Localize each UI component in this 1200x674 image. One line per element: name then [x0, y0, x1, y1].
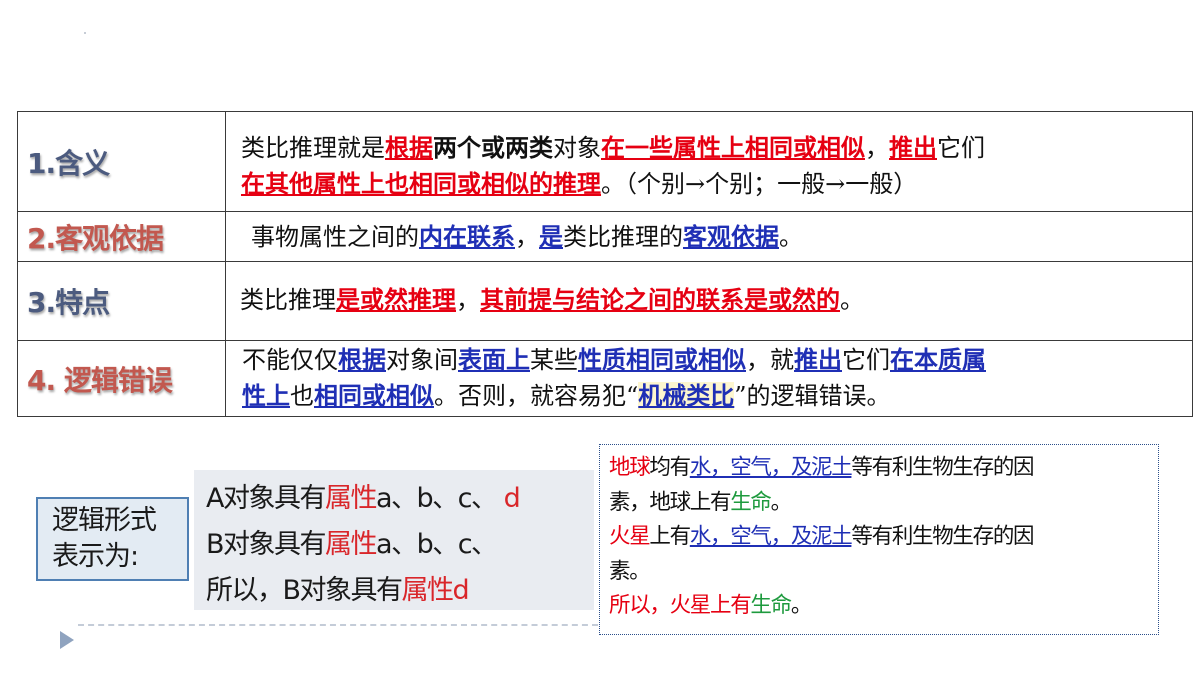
slide: 1.含义 类比推理就是根据两个或两类对象在一些属性上相同或相似，推出它们 在其他…	[0, 0, 1200, 674]
red-emphasis: 根据	[385, 134, 433, 162]
example-life: 生命	[730, 489, 772, 515]
blue-emphasis: 客观依据	[683, 223, 779, 251]
example-line: 素。	[609, 555, 1158, 590]
content-line: 不能仅仅根据对象间表面上某些性质相同或相似，就推出它们在本质属	[242, 342, 1192, 378]
example-line: 素，地球上有生命。	[609, 486, 1158, 521]
row-label-feature: 3.特点	[18, 262, 226, 340]
content-text: ，	[515, 223, 539, 251]
example-items: 水，空气，及泥土	[689, 455, 853, 480]
content-text: 类比推理	[240, 286, 336, 314]
row-content-feature: 类比推理是或然推理，其前提与结论之间的联系是或然的。	[226, 262, 1192, 340]
content-text: ”的逻辑错误。	[734, 382, 891, 410]
form-text: B对象具有	[206, 529, 327, 560]
form-text: a、b、c、	[376, 529, 498, 560]
logic-form-line-2: B对象具有属性a、b、c、	[206, 522, 594, 568]
row-content-basis: 事物属性之间的内在联系，是类比推理的客观依据。	[226, 212, 1192, 261]
logic-form-title-line1: 逻辑形式	[52, 505, 157, 536]
example-life: 生命	[750, 593, 792, 618]
content-text: 它们	[937, 134, 985, 162]
content-text: 也	[290, 382, 314, 410]
form-property: 属性	[401, 575, 455, 606]
blue-emphasis: 是	[539, 223, 563, 251]
logic-form-title-line2: 表示为:	[52, 541, 139, 572]
highlight-text: 机械类比	[638, 382, 735, 410]
row-label-fallacy: 4. 逻辑错误	[18, 341, 226, 416]
bold-text: 两个或两类	[433, 134, 553, 162]
row-content-fallacy: 不能仅仅根据对象间表面上某些性质相同或相似，就推出它们在本质属 性上也相同或相似…	[226, 341, 1192, 416]
blue-emphasis: 内在联系	[419, 223, 515, 251]
content-text: 类比推理就是	[241, 134, 385, 162]
content-text: ，就	[746, 346, 794, 374]
example-text: 素，地球上有	[609, 489, 732, 515]
example-text: 均有	[649, 455, 691, 480]
form-property: 属性	[324, 483, 378, 514]
example-text: 。	[790, 593, 813, 618]
form-property: d	[503, 483, 521, 514]
example-line: 所以，火星上有生命。	[609, 589, 1158, 624]
content-text: 。	[779, 223, 803, 251]
form-text: 所以，B对象具有	[206, 575, 403, 606]
content-text: ，	[456, 286, 480, 314]
red-emphasis: 推出	[889, 134, 937, 162]
content-line: 类比推理就是根据两个或两类对象在一些属性上相同或相似，推出它们	[241, 130, 1192, 166]
blue-emphasis: 在本质属	[890, 346, 986, 374]
example-mars: 火星	[609, 524, 651, 549]
example-text: 上有	[649, 524, 691, 549]
logic-form-title-box: 逻辑形式 表示为:	[36, 497, 189, 581]
table-row-meaning: 1.含义 类比推理就是根据两个或两类对象在一些属性上相同或相似，推出它们 在其他…	[18, 112, 1192, 211]
example-earth: 地球	[609, 455, 651, 480]
table-row-basis: 2.客观依据 事物属性之间的内在联系，是类比推理的客观依据。	[18, 211, 1192, 261]
red-emphasis: 在其他属性上也相同或相似的推理	[241, 170, 601, 198]
blue-emphasis: 推出	[794, 346, 842, 374]
decor-dashed-line	[78, 624, 598, 626]
content-line: 性上也相同或相似。否则，就容易犯“机械类比”的逻辑错误。	[242, 378, 1192, 414]
form-property: d	[452, 575, 470, 606]
blue-emphasis: 性质相同或相似	[578, 346, 746, 374]
example-conclusion: 所以，火星上有	[609, 593, 752, 618]
content-text: 。否则，就容易犯“	[434, 382, 639, 410]
red-emphasis: 是或然推理	[336, 286, 456, 314]
content-text: ，	[865, 134, 889, 162]
row-label-basis: 2.客观依据	[18, 212, 226, 261]
play-triangle-icon	[60, 631, 74, 649]
example-items: 水，空气，及泥土	[689, 524, 853, 549]
form-text: a、b、c、	[375, 483, 498, 514]
logic-form-line-3: 所以，B对象具有属性d	[206, 568, 594, 614]
row-label-meaning: 1.含义	[18, 112, 226, 211]
logic-form-panel: A对象具有属性a、b、c、 d B对象具有属性a、b、c、 所以，B对象具有属性…	[194, 470, 594, 610]
concept-table: 1.含义 类比推理就是根据两个或两类对象在一些属性上相同或相似，推出它们 在其他…	[17, 111, 1193, 417]
example-text: 等有利生物生存的因	[851, 455, 1034, 480]
red-emphasis: 其前提与结论之间的联系是或然的	[480, 286, 840, 314]
content-line: 在其他属性上也相同或相似的推理。（个别→个别；一般→一般）	[241, 166, 1192, 202]
content-text: 某些	[530, 346, 578, 374]
blue-emphasis: 根据	[338, 346, 386, 374]
example-text: 素。	[609, 558, 651, 584]
table-row-fallacy: 4. 逻辑错误 不能仅仅根据对象间表面上某些性质相同或相似，就推出它们在本质属 …	[18, 340, 1192, 416]
example-box: 地球均有水，空气，及泥土等有利生物生存的因 素，地球上有生命。 火星上有水，空气…	[599, 444, 1159, 635]
example-text: 。	[770, 489, 793, 515]
content-text: 它们	[842, 346, 890, 374]
decor-dot	[84, 32, 86, 34]
content-text: 。	[840, 286, 864, 314]
row-content-meaning: 类比推理就是根据两个或两类对象在一些属性上相同或相似，推出它们 在其他属性上也相…	[226, 112, 1192, 211]
form-text: A对象具有	[206, 483, 326, 514]
content-text: 事物属性之间的	[251, 223, 419, 251]
blue-emphasis: 性上	[242, 382, 290, 410]
content-line: 类比推理是或然推理，其前提与结论之间的联系是或然的。	[240, 282, 1192, 318]
logic-form-line-1: A对象具有属性a、b、c、 d	[206, 476, 594, 522]
content-line: 事物属性之间的内在联系，是类比推理的客观依据。	[251, 219, 1192, 255]
red-emphasis: 在一些属性上相同或相似	[601, 134, 865, 162]
content-text: 。（个别→个别；一般→一般）	[601, 170, 918, 198]
content-text: 类比推理的	[563, 223, 683, 251]
example-text: 等有利生物生存的因	[851, 524, 1034, 549]
content-text: 不能仅仅	[242, 346, 338, 374]
content-text: 对象间	[386, 346, 458, 374]
form-property: 属性	[325, 529, 378, 560]
table-row-feature: 3.特点 类比推理是或然推理，其前提与结论之间的联系是或然的。	[18, 261, 1192, 340]
example-line: 地球均有水，空气，及泥土等有利生物生存的因	[609, 451, 1158, 486]
content-text: 对象	[553, 134, 601, 162]
example-line: 火星上有水，空气，及泥土等有利生物生存的因	[609, 520, 1158, 555]
blue-emphasis: 相同或相似	[314, 382, 434, 410]
blue-emphasis: 表面上	[458, 346, 530, 374]
